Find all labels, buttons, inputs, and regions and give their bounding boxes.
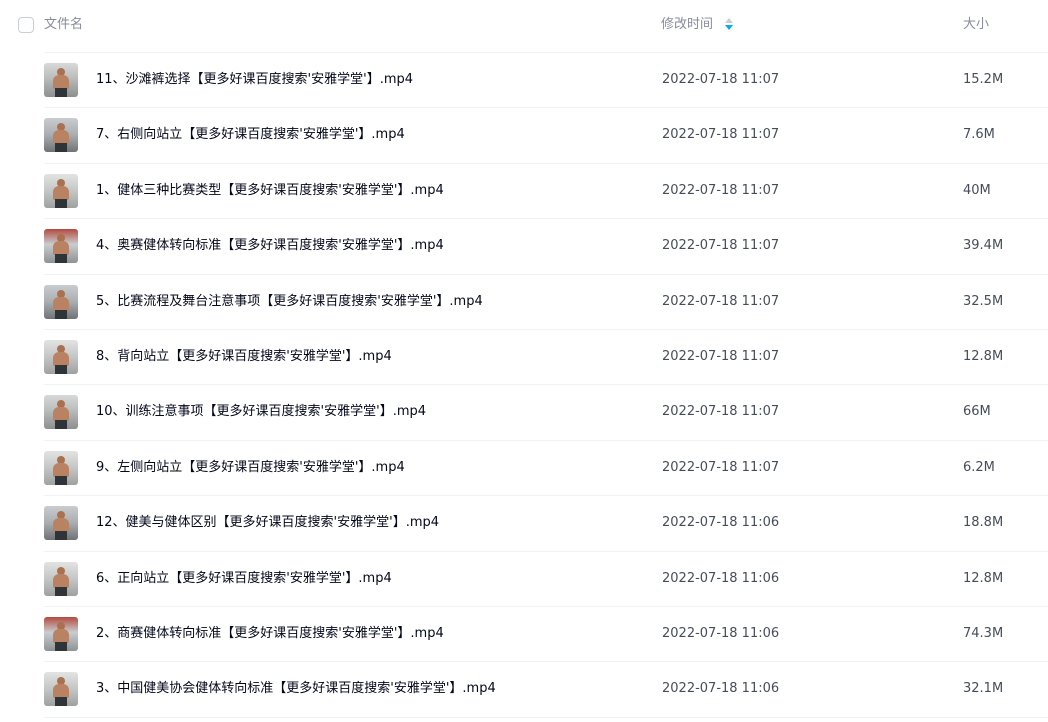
file-name[interactable]: 10、训练注意事项【更多好课百度搜索'安雅学堂'】.mp4 <box>96 404 426 420</box>
file-modified-time: 2022-07-18 11:06 <box>662 570 780 586</box>
file-size: 7.6M <box>963 127 995 143</box>
file-row[interactable]: 8、背向站立【更多好课百度搜索'安雅学堂'】.mp4 2022-07-18 11:… <box>44 330 1048 386</box>
file-row[interactable]: 2、商赛健体转向标准【更多好课百度搜索'安雅学堂'】.mp4 2022-07-18… <box>44 607 1048 663</box>
thumbnail-figure-body <box>53 185 69 200</box>
file-modified-time: 2022-07-18 11:06 <box>662 681 780 697</box>
file-name[interactable]: 12、健美与健体区别【更多好课百度搜索'安雅学堂'】.mp4 <box>96 515 439 531</box>
thumbnail-figure-body <box>53 130 69 145</box>
thumbnail-figure-body <box>53 462 69 477</box>
file-name[interactable]: 4、奥赛健体转向标准【更多好课百度搜索'安雅学堂'】.mp4 <box>96 238 444 254</box>
file-row[interactable]: 11、沙滩裤选择【更多好课百度搜索'安雅学堂'】.mp4 2022-07-18 1… <box>44 53 1048 109</box>
thumbnail-figure-legs <box>55 88 67 97</box>
file-size: 6.2M <box>963 459 995 475</box>
file-row[interactable]: 4、奥赛健体转向标准【更多好课百度搜索'安雅学堂'】.mp4 2022-07-18… <box>44 219 1048 275</box>
thumbnail-figure-legs <box>55 420 67 430</box>
file-rows: 11、沙滩裤选择【更多好课百度搜索'安雅学堂'】.mp4 2022-07-18 1… <box>0 53 1048 718</box>
thumbnail-figure-body <box>53 351 69 366</box>
file-name[interactable]: 11、沙滩裤选择【更多好课百度搜索'安雅学堂'】.mp4 <box>96 72 413 88</box>
video-thumbnail-icon[interactable] <box>44 672 78 707</box>
video-thumbnail-icon[interactable] <box>44 506 78 541</box>
thumbnail-figure-legs <box>55 143 67 153</box>
file-list-header: 文件名 修改时间 大小 <box>0 0 1048 52</box>
file-size: 12.8M <box>963 348 1004 364</box>
file-size: 66M <box>963 404 991 420</box>
thumbnail-figure-body <box>53 628 69 643</box>
video-thumbnail-icon[interactable] <box>44 450 78 485</box>
sort-icon[interactable] <box>725 18 733 32</box>
column-header-size[interactable]: 大小 <box>963 17 989 33</box>
video-thumbnail-icon[interactable] <box>44 229 78 264</box>
thumbnail-figure-body <box>53 75 69 89</box>
file-row[interactable]: 9、左侧向站立【更多好课百度搜索'安雅学堂'】.mp4 2022-07-18 11… <box>44 441 1048 497</box>
file-list: 文件名 修改时间 大小 11、沙滩裤选择【更多好课百度搜索'安雅学堂'】.mp4… <box>0 0 1048 722</box>
video-thumbnail-icon[interactable] <box>44 173 78 208</box>
file-row[interactable]: 7、右侧向站立【更多好课百度搜索'安雅学堂'】.mp4 2022-07-18 11… <box>44 108 1048 164</box>
thumbnail-figure-legs <box>55 586 67 596</box>
select-all-checkbox[interactable] <box>18 17 34 33</box>
file-size: 39.4M <box>963 238 1004 254</box>
file-size: 32.1M <box>963 681 1004 697</box>
thumbnail-figure-body <box>53 684 69 699</box>
video-thumbnail-icon[interactable] <box>44 561 78 596</box>
video-thumbnail-icon[interactable] <box>44 63 78 97</box>
file-name[interactable]: 2、商赛健体转向标准【更多好课百度搜索'安雅学堂'】.mp4 <box>96 626 444 642</box>
thumbnail-figure-legs <box>55 641 67 651</box>
file-modified-time: 2022-07-18 11:07 <box>662 127 780 143</box>
file-modified-time: 2022-07-18 11:07 <box>662 182 780 198</box>
thumbnail-figure-body <box>53 518 69 533</box>
file-size: 12.8M <box>963 570 1004 586</box>
thumbnail-figure-body <box>53 407 69 422</box>
thumbnail-figure-legs <box>55 198 67 208</box>
video-thumbnail-icon[interactable] <box>44 339 78 374</box>
thumbnail-figure-legs <box>55 531 67 541</box>
thumbnail-figure-body <box>53 241 69 256</box>
thumbnail-figure-legs <box>55 475 67 485</box>
file-name[interactable]: 8、背向站立【更多好课百度搜索'安雅学堂'】.mp4 <box>96 349 392 365</box>
file-name[interactable]: 5、比赛流程及舞台注意事项【更多好课百度搜索'安雅学堂'】.mp4 <box>96 294 483 310</box>
file-modified-time: 2022-07-18 11:06 <box>662 625 780 641</box>
video-thumbnail-icon[interactable] <box>44 284 78 319</box>
file-name[interactable]: 1、健体三种比赛类型【更多好课百度搜索'安雅学堂'】.mp4 <box>96 183 444 199</box>
sort-ascending-icon <box>725 18 733 23</box>
file-modified-time: 2022-07-18 11:07 <box>662 404 780 420</box>
file-name[interactable]: 7、右侧向站立【更多好课百度搜索'安雅学堂'】.mp4 <box>96 127 405 143</box>
column-header-name[interactable]: 文件名 <box>44 17 83 33</box>
file-size: 32.5M <box>963 293 1004 309</box>
file-modified-time: 2022-07-18 11:07 <box>662 348 780 364</box>
file-modified-time: 2022-07-18 11:07 <box>662 293 780 309</box>
file-row[interactable]: 3、中国健美协会健体转向标准【更多好课百度搜索'安雅学堂'】.mp4 2022-0… <box>44 662 1048 718</box>
column-header-time[interactable]: 修改时间 <box>661 17 713 33</box>
thumbnail-figure-legs <box>55 254 67 264</box>
video-thumbnail-icon[interactable] <box>44 395 78 430</box>
file-name[interactable]: 9、左侧向站立【更多好课百度搜索'安雅学堂'】.mp4 <box>96 460 405 476</box>
file-name[interactable]: 6、正向站立【更多好课百度搜索'安雅学堂'】.mp4 <box>96 571 392 587</box>
file-modified-time: 2022-07-18 11:07 <box>662 459 780 475</box>
video-thumbnail-icon[interactable] <box>44 616 78 651</box>
file-size: 40M <box>963 182 991 198</box>
thumbnail-figure-legs <box>55 364 67 374</box>
file-size: 15.2M <box>963 72 1004 87</box>
file-modified-time: 2022-07-18 11:07 <box>662 72 780 87</box>
sort-descending-icon <box>725 25 733 30</box>
file-modified-time: 2022-07-18 11:06 <box>662 515 780 531</box>
file-name[interactable]: 3、中国健美协会健体转向标准【更多好课百度搜索'安雅学堂'】.mp4 <box>96 681 496 697</box>
file-size: 74.3M <box>963 625 1004 641</box>
file-row[interactable]: 6、正向站立【更多好课百度搜索'安雅学堂'】.mp4 2022-07-18 11:… <box>44 552 1048 607</box>
thumbnail-figure-body <box>53 573 69 588</box>
thumbnail-figure-body <box>53 296 69 311</box>
file-size: 18.8M <box>963 515 1004 531</box>
file-row[interactable]: 10、训练注意事项【更多好课百度搜索'安雅学堂'】.mp4 2022-07-18 … <box>44 385 1048 441</box>
file-row[interactable]: 5、比赛流程及舞台注意事项【更多好课百度搜索'安雅学堂'】.mp4 2022-07… <box>44 275 1048 330</box>
thumbnail-figure-legs <box>55 697 67 707</box>
thumbnail-figure-legs <box>55 309 67 319</box>
video-thumbnail-icon[interactable] <box>44 118 78 153</box>
file-row[interactable]: 12、健美与健体区别【更多好课百度搜索'安雅学堂'】.mp4 2022-07-18… <box>44 496 1048 552</box>
file-row[interactable]: 1、健体三种比赛类型【更多好课百度搜索'安雅学堂'】.mp4 2022-07-18… <box>44 164 1048 220</box>
file-modified-time: 2022-07-18 11:07 <box>662 238 780 254</box>
